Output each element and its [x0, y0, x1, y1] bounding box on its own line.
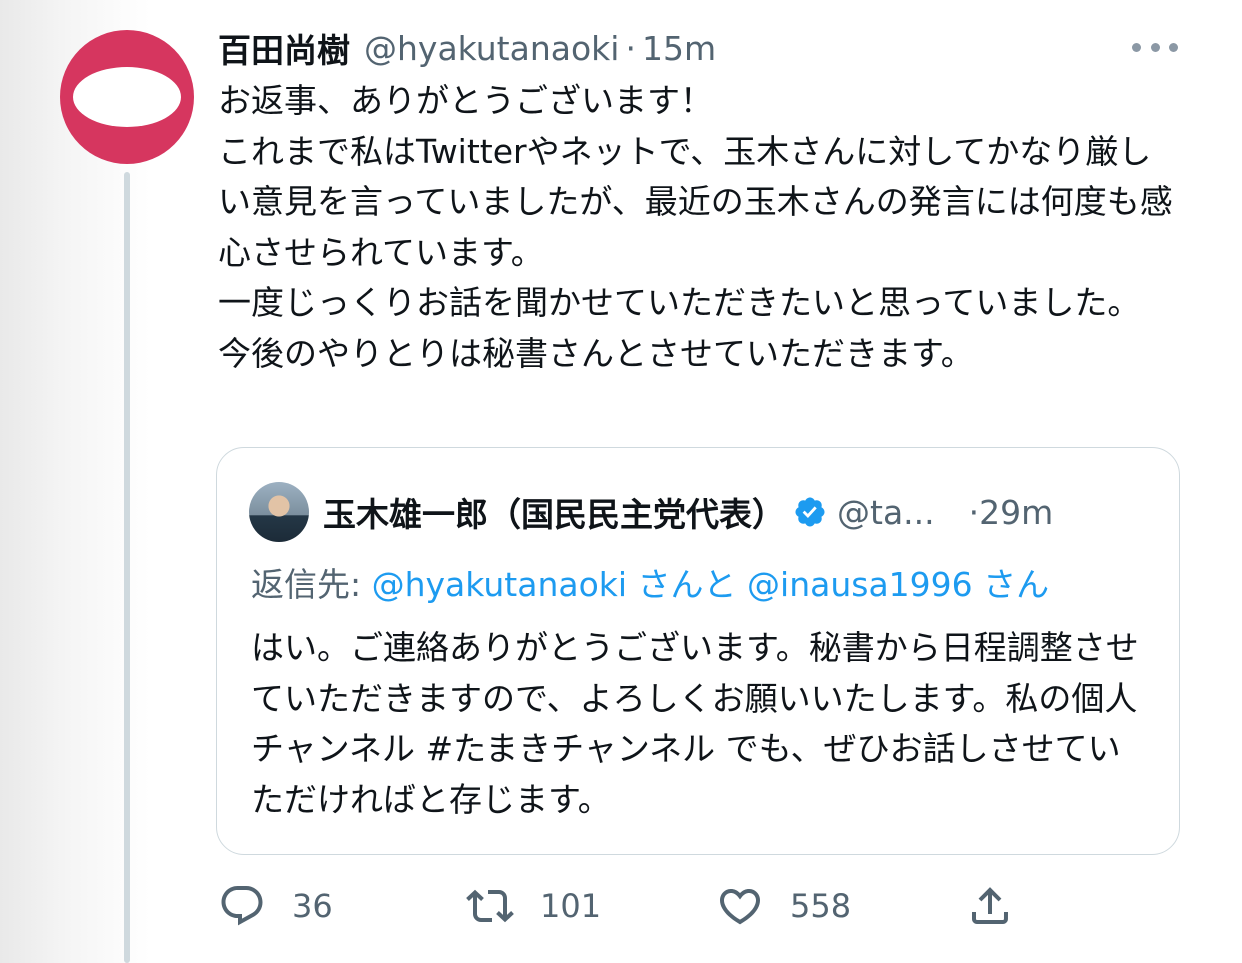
- reply-conjunction: さんと: [627, 565, 748, 604]
- more-dot: [1150, 42, 1160, 52]
- tweet-action-bar: 36 101 558: [218, 876, 1038, 936]
- author-handle[interactable]: @hyakutanaoki: [364, 29, 619, 68]
- like-button[interactable]: 558: [716, 876, 851, 936]
- tweet-line: これまで私はTwitterやネットで、玉木さんに対してかなり厳しい意見を言ってい…: [218, 131, 1173, 272]
- retweet-count: 101: [540, 887, 602, 925]
- quoted-author-handle[interactable]: @ta...: [837, 493, 935, 532]
- reply-prefix: 返信先:: [251, 565, 372, 604]
- tweet-line: お返事、ありがとうございます！: [218, 81, 713, 120]
- quoted-author-name[interactable]: 玉木雄一郎（国民民主党代表）: [323, 488, 785, 536]
- quoted-timestamp[interactable]: ·29m: [969, 493, 1054, 532]
- author-avatar[interactable]: [60, 30, 194, 164]
- tweet-body: お返事、ありがとうございます！ これまで私はTwitterやネットで、玉木さんに…: [218, 76, 1178, 379]
- reply-mention-1[interactable]: @hyakutanaoki: [372, 565, 627, 604]
- author-name[interactable]: 百田尚樹: [218, 24, 350, 72]
- quoted-author-avatar[interactable]: [249, 482, 309, 542]
- heart-icon: [719, 889, 761, 925]
- quoted-header: 玉木雄一郎（国民民主党代表） @ta... ·29m: [249, 480, 1149, 544]
- quoted-tweet-text: はい。ご連絡ありがとうございます。秘書から日程調整させていただきますので、よろし…: [251, 628, 1139, 819]
- tweet-line: 今後のやりとりは秘書さんとさせていただきます。: [218, 333, 974, 373]
- share-icon: [972, 887, 1008, 924]
- reply-icon: [221, 886, 263, 926]
- header-separator: ·: [625, 28, 636, 68]
- verified-badge-icon: [795, 497, 825, 527]
- share-button[interactable]: [966, 876, 1040, 936]
- more-dot: [1169, 42, 1178, 52]
- avatar-center-shape: [73, 67, 181, 127]
- quoted-tweet-card[interactable]: 玉木雄一郎（国民民主党代表） @ta... ·29m 返信先: @hyakuta…: [216, 447, 1180, 855]
- thread-connector-line: [124, 172, 130, 963]
- reply-mention-2[interactable]: @inausa1996: [747, 565, 973, 604]
- more-dot: [1132, 42, 1141, 52]
- reply-suffix: さん: [972, 565, 1050, 604]
- tweet-line: 一度じっくりお話を聞かせていただきたいと思っていました。: [218, 283, 1141, 322]
- more-horizontal-icon[interactable]: [1132, 34, 1178, 60]
- reply-count: 36: [292, 887, 333, 925]
- reply-button[interactable]: 36: [218, 876, 333, 936]
- retweet-button[interactable]: 101: [466, 876, 601, 936]
- tweet-timestamp[interactable]: 15m: [642, 29, 716, 68]
- tweet-header: 百田尚樹 @hyakutanaoki · 15m: [218, 24, 716, 72]
- like-count: 558: [790, 887, 852, 925]
- retweet-icon: [466, 889, 514, 923]
- reply-to-line: 返信先: @hyakutanaoki さんと @inausa1996 さん: [251, 558, 1049, 606]
